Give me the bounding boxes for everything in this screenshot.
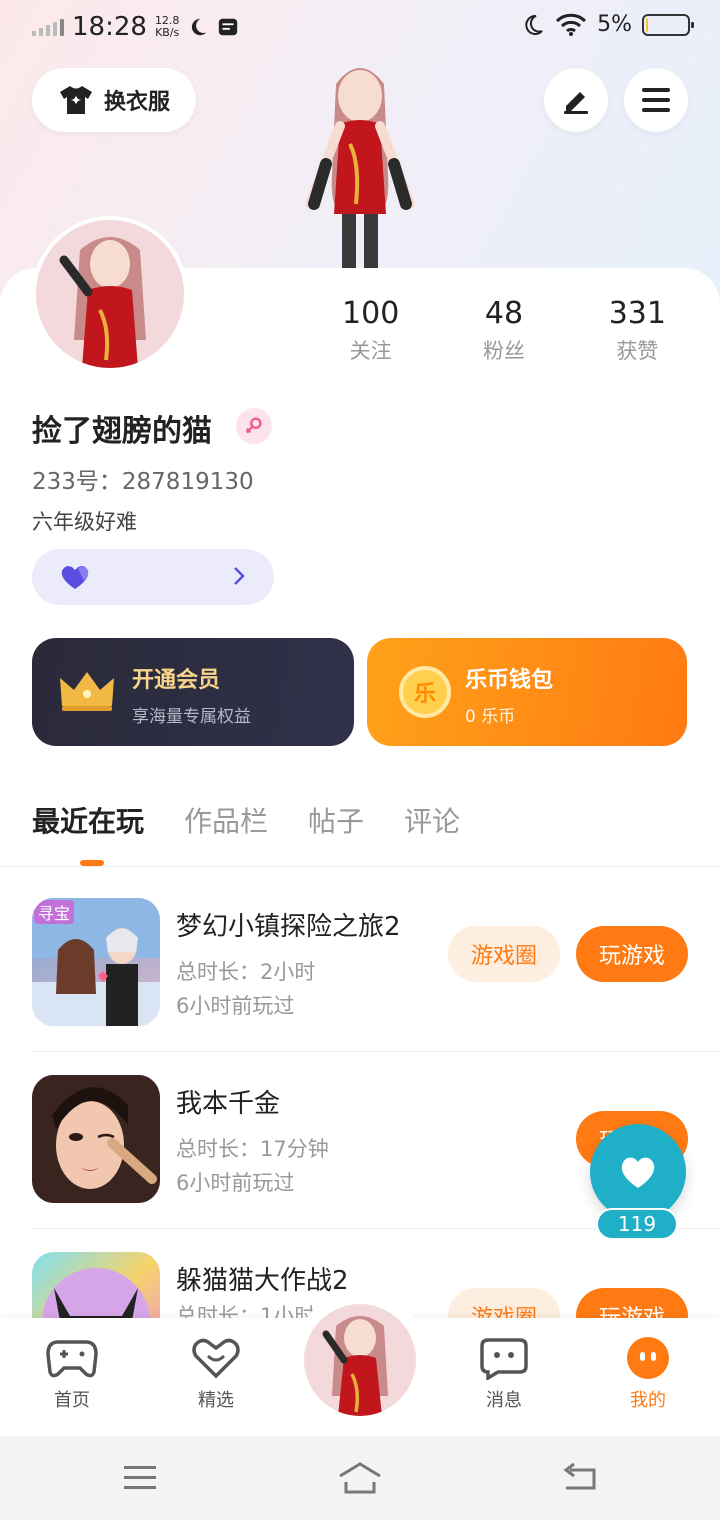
nav-label: 首页 (54, 1390, 90, 1411)
vip-membership-card[interactable]: 开通会员 享海量专属权益 (32, 638, 354, 746)
nav-label: 我的 (630, 1390, 666, 1411)
system-navigation-bar (0, 1436, 720, 1520)
app-notification-icon (219, 18, 238, 36)
back-icon[interactable] (560, 1462, 600, 1494)
user-bio: 六年级好难 (32, 510, 137, 534)
play-game-button[interactable]: 玩游戏 (576, 1288, 688, 1318)
moon-icon (192, 18, 207, 36)
change-clothes-label: 换衣服 (103, 90, 170, 115)
wallet-title: 乐币钱包 (465, 668, 554, 693)
nav-home[interactable]: 首页 (22, 1336, 122, 1412)
floating-like-button[interactable] (590, 1124, 686, 1220)
divider (0, 866, 720, 867)
game-icon[interactable] (32, 1075, 160, 1203)
user-id-value: 287819130 (121, 469, 254, 495)
stat-number: 331 (608, 296, 666, 331)
chat-icon (480, 1338, 528, 1382)
followers-stat[interactable]: 48 粉丝 (437, 296, 570, 365)
purple-heart-icon (61, 566, 89, 589)
game-circle-button[interactable]: 游戏圈 (448, 926, 560, 982)
game-icon[interactable]: 寻宝 (32, 898, 160, 1026)
coin-icon: 乐 (399, 666, 451, 718)
play-game-button[interactable]: 玩游戏 (576, 926, 688, 982)
game-duration: 总时长：17分钟 (176, 1137, 329, 1161)
game-name: 梦幻小镇探险之旅2 (176, 912, 401, 942)
home-icon[interactable] (336, 1460, 384, 1496)
tab-posts[interactable]: 帖子 (308, 800, 364, 840)
game-last-played: 6小时前玩过 (176, 994, 295, 1018)
game-name: 我本千金 (176, 1089, 281, 1119)
hamburger-menu-icon (642, 88, 670, 112)
likes-stat[interactable]: 331 获赞 (571, 296, 704, 365)
menu-button[interactable] (624, 68, 688, 132)
network-speed: 12.8 KB/s (155, 15, 180, 39)
chevron-right-icon (234, 567, 245, 585)
avatar-3d-figure[interactable] (280, 54, 440, 268)
game-duration: 总时长：1小时 (176, 1304, 316, 1318)
face-icon (627, 1337, 669, 1379)
change-clothes-button[interactable]: 换衣服 (32, 68, 196, 132)
like-count: 119 (596, 1208, 678, 1240)
wallet-balance: 0 乐币 (465, 707, 516, 727)
network-speed-unit: KB/s (155, 26, 180, 39)
female-gender-icon (236, 408, 272, 444)
do-not-disturb-moon-icon (525, 14, 543, 35)
gamepad-icon (46, 1340, 98, 1378)
pen-icon (564, 92, 588, 114)
user-id-label: 233号： (32, 469, 122, 495)
game-circle-button[interactable]: 游戏圈 (448, 1288, 560, 1318)
game-row[interactable]: 寻宝 梦幻小镇探险之旅2 总时长：2小时 6小时前玩过 游戏圈 玩游戏 (0, 876, 720, 1052)
game-last-played: 6小时前玩过 (176, 1171, 295, 1195)
avatar-image (59, 237, 146, 368)
tab-comments[interactable]: 评论 (404, 800, 460, 840)
status-bar: 18:28 12.8 KB/s 5% (0, 0, 720, 60)
tshirt-icon (59, 86, 92, 114)
stat-number: 48 (484, 296, 524, 331)
profile-stats: 100 关注 48 粉丝 331 获赞 (304, 296, 704, 365)
user-avatar[interactable] (32, 216, 188, 372)
following-stat[interactable]: 100 关注 (304, 296, 437, 365)
nav-me[interactable]: 我的 (598, 1336, 698, 1412)
crown-icon (60, 672, 114, 711)
nav-label: 精选 (198, 1390, 234, 1411)
game-icon-tag: 寻宝 (34, 900, 75, 924)
vip-title: 开通会员 (132, 668, 221, 693)
avatar-image (322, 1316, 388, 1416)
vip-subtitle: 享海量专属权益 (132, 707, 251, 727)
nav-label: 消息 (486, 1390, 522, 1411)
battery-percent: 5% (597, 12, 632, 37)
stat-label: 粉丝 (482, 339, 525, 363)
stat-number: 100 (342, 296, 400, 331)
badges-entry[interactable] (32, 549, 274, 605)
heart-icon (621, 1157, 655, 1188)
edit-profile-button[interactable] (544, 68, 608, 132)
status-time: 18:28 (72, 12, 147, 42)
wifi-icon (556, 13, 587, 36)
signal-icon (32, 18, 64, 36)
user-id: 233号：287819130 (32, 462, 254, 496)
stat-label: 关注 (349, 339, 392, 363)
tab-recently-played[interactable]: 最近在玩 (32, 800, 144, 840)
recent-apps-icon[interactable] (122, 1464, 158, 1492)
stat-label: 获赞 (616, 339, 659, 363)
coin-wallet-card[interactable]: 乐 乐币钱包 0 乐币 (367, 638, 687, 746)
tab-works[interactable]: 作品栏 (184, 800, 268, 840)
nav-messages[interactable]: 消息 (454, 1336, 554, 1412)
profile-tabs: 最近在玩 作品栏 帖子 评论 (32, 800, 460, 840)
nav-featured[interactable]: 精选 (166, 1336, 266, 1412)
game-duration: 总时长：2小时 (176, 960, 316, 984)
battery-icon (642, 13, 694, 36)
heart-outline-icon (192, 1338, 240, 1379)
divider (32, 1051, 720, 1052)
username: 捡了翅膀的猫 (32, 414, 212, 449)
game-name: 躲猫猫大作战2 (176, 1266, 349, 1296)
game-icon[interactable] (32, 1252, 160, 1318)
nav-avatar-button[interactable] (304, 1304, 416, 1416)
